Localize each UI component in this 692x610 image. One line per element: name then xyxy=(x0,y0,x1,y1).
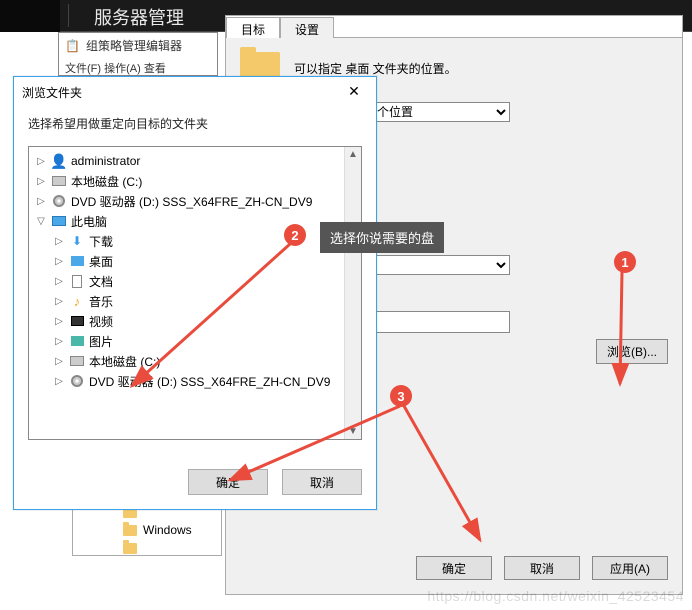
titlebar-left-block xyxy=(0,0,60,32)
tree-item[interactable]: ▷ DVD 驱动器 (D:) SSS_X64FRE_ZH-CN_DV9 xyxy=(29,191,344,211)
dvd-icon xyxy=(69,373,85,389)
folder-icon xyxy=(123,525,137,536)
tree-item-label: 图片 xyxy=(89,333,113,350)
pic-icon xyxy=(69,333,85,349)
tree-item-label: 本地磁盘 (C:) xyxy=(71,173,142,190)
tree-item[interactable]: ▷ 文档 xyxy=(29,271,344,291)
folder-tree-list[interactable]: ▷ 👤 administrator ▷ 本地磁盘 (C:) ▷ DVD 驱动器 (D:) S… xyxy=(29,147,344,439)
titlebar-separator xyxy=(68,4,69,27)
watermark: https://blog.csdn.net/weixin_42523454 xyxy=(427,588,684,604)
tree-item-label: 桌面 xyxy=(89,253,113,270)
annotation-marker-2: 2 xyxy=(284,224,306,246)
pc-icon xyxy=(51,213,67,229)
properties-ok-button[interactable]: 确定 xyxy=(416,556,492,580)
expand-icon[interactable]: ▷ xyxy=(53,356,65,367)
expand-icon[interactable]: ▷ xyxy=(53,336,65,347)
tree-item-label: 下载 xyxy=(89,233,113,250)
scroll-down-icon[interactable]: ▼ xyxy=(346,424,360,439)
server-manager-title: 服务器管理 xyxy=(94,4,184,30)
annotation-marker-1: 1 xyxy=(614,251,636,273)
properties-description: 可以指定 桌面 文件夹的位置。 xyxy=(294,60,457,77)
tree-item[interactable]: ▷ DVD 驱动器 (D:) SSS_X64FRE_ZH-CN_DV9 xyxy=(29,371,344,391)
tree-item[interactable]: ▷ 视频 xyxy=(29,311,344,331)
tree-item-label: DVD 驱动器 (D:) SSS_X64FRE_ZH-CN_DV9 xyxy=(71,193,312,210)
expand-icon[interactable]: ▽ xyxy=(35,216,47,227)
dl-icon: ⬇ xyxy=(69,233,85,249)
dvd-icon xyxy=(51,193,67,209)
annotation-tooltip: 选择你说需要的盘 xyxy=(320,222,444,253)
tree-item-label: 文档 xyxy=(89,273,113,290)
disk-icon xyxy=(51,173,67,189)
explorer-item-label[interactable]: Windows xyxy=(143,523,192,537)
disk-icon xyxy=(69,353,85,369)
tree-item[interactable]: ▷ 桌面 xyxy=(29,251,344,271)
tree-item[interactable]: ▷ 本地磁盘 (C:) xyxy=(29,351,344,371)
folder-icon xyxy=(123,543,137,554)
browse-folder-dialog: 浏览文件夹 ✕ 选择希望用做重定向目标的文件夹 ▷👤administrator▷… xyxy=(13,76,377,510)
tree-scrollbar[interactable]: ▲ ▼ xyxy=(344,147,361,439)
expand-icon[interactable]: ▷ xyxy=(53,376,65,387)
browse-cancel-button[interactable]: 取消 xyxy=(282,469,362,495)
properties-cancel-button[interactable]: 取消 xyxy=(504,556,580,580)
expand-icon[interactable]: ▷ xyxy=(53,256,65,267)
expand-icon[interactable]: ▷ xyxy=(35,196,47,207)
tree-item[interactable]: ▷ 图片 xyxy=(29,331,344,351)
browse-button[interactable]: 浏览(B)... xyxy=(596,339,668,364)
tab-settings[interactable]: 设置 xyxy=(280,17,334,38)
browse-ok-button[interactable]: 确定 xyxy=(188,469,268,495)
browse-instruction: 选择希望用做重定向目标的文件夹 xyxy=(14,107,376,146)
expand-icon[interactable]: ▷ xyxy=(53,276,65,287)
expand-icon[interactable]: ▷ xyxy=(35,176,47,187)
tree-item-label: DVD 驱动器 (D:) SSS_X64FRE_ZH-CN_DV9 xyxy=(89,373,330,390)
expand-icon[interactable]: ▷ xyxy=(35,156,47,167)
tree-item-label: 视频 xyxy=(89,313,113,330)
tree-item-label: 音乐 xyxy=(89,293,113,310)
tree-item-label: 本地磁盘 (C:) xyxy=(89,353,160,370)
doc-icon xyxy=(69,273,85,289)
tree-item[interactable]: ▷ 👤 administrator xyxy=(29,151,344,171)
expand-icon[interactable]: ▷ xyxy=(53,316,65,327)
close-button[interactable]: ✕ xyxy=(340,82,368,102)
user-icon: 👤 xyxy=(51,153,67,169)
tree-item-label: 此电脑 xyxy=(71,213,107,230)
gpo-title: 组策略管理编辑器 xyxy=(86,37,182,54)
desk-icon xyxy=(69,253,85,269)
expand-icon[interactable]: ▷ xyxy=(53,296,65,307)
music-icon: ♪ xyxy=(69,293,85,309)
scroll-up-icon[interactable]: ▲ xyxy=(346,147,360,162)
properties-tabs: 目标 设置 xyxy=(226,16,682,38)
gpo-menubar[interactable]: 文件(F) 操作(A) 查看 xyxy=(59,58,217,78)
tree-item-label: administrator xyxy=(71,154,140,168)
tree-item[interactable]: ▷ ♪音乐 xyxy=(29,291,344,311)
explorer-tree-peek: Windows xyxy=(72,502,222,556)
tab-target[interactable]: 目标 xyxy=(226,17,280,38)
tree-item[interactable]: ▷ 本地磁盘 (C:) xyxy=(29,171,344,191)
annotation-marker-3: 3 xyxy=(390,385,412,407)
gpo-icon: 📋 xyxy=(65,39,80,53)
video-icon xyxy=(69,313,85,329)
expand-icon[interactable]: ▷ xyxy=(53,236,65,247)
browse-dialog-title: 浏览文件夹 xyxy=(22,84,82,101)
folder-tree: ▷ 👤 administrator ▷ 本地磁盘 (C:) ▷ DVD 驱动器 (D:) S… xyxy=(28,146,362,440)
gpo-editor-window: 📋 组策略管理编辑器 文件(F) 操作(A) 查看 xyxy=(58,32,218,76)
properties-apply-button[interactable]: 应用(A) xyxy=(592,556,668,580)
